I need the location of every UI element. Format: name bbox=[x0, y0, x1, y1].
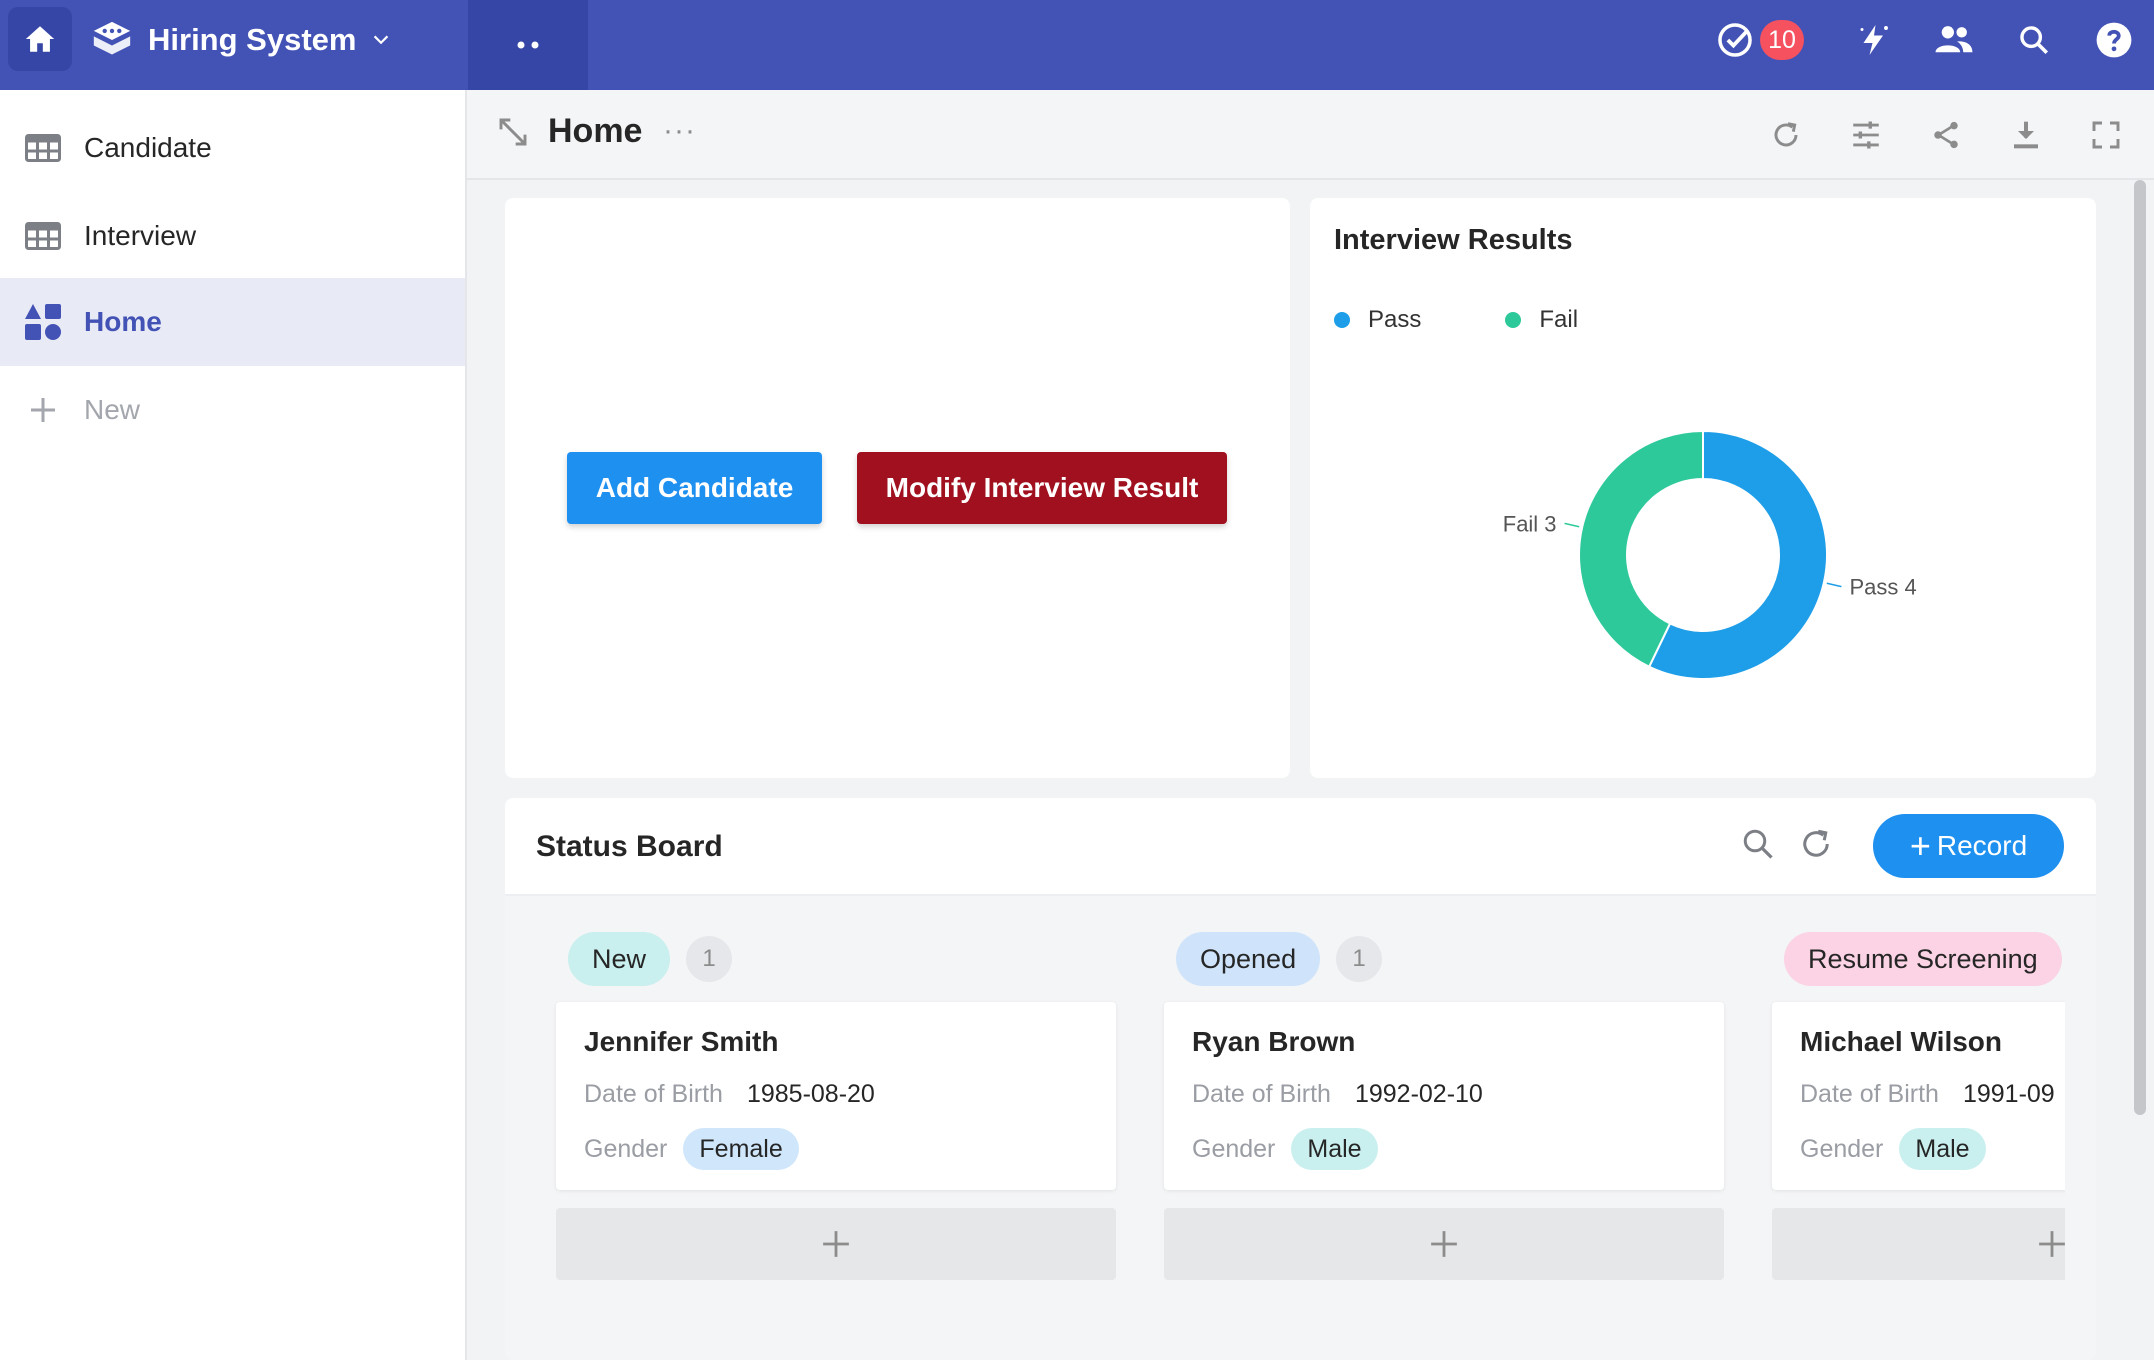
record-card[interactable]: Michael Wilson Date of Birth 1991-09 Gen… bbox=[1772, 1002, 2065, 1190]
sidebar-item-new[interactable]: New bbox=[0, 366, 465, 454]
add-card-button[interactable] bbox=[556, 1208, 1116, 1280]
refresh-icon bbox=[1803, 829, 1829, 857]
chevron-down-icon bbox=[374, 35, 389, 45]
date-of-birth: 1992-02-10 bbox=[1354, 1080, 1483, 1108]
donut-chart: Pass 4 Fail 3 bbox=[1503, 429, 1917, 680]
download-button[interactable] bbox=[2004, 113, 2048, 157]
app-switcher[interactable]: Hiring System bbox=[90, 0, 392, 80]
field-label: Date of Birth bbox=[1800, 1080, 1939, 1108]
record-card[interactable]: Ryan Brown Date of Birth 1992-02-10 Gend… bbox=[1164, 1002, 1724, 1190]
field-label: Date of Birth bbox=[1192, 1080, 1331, 1108]
sidebar-item-home[interactable]: Home bbox=[0, 278, 465, 366]
gender-tag: Male bbox=[1899, 1128, 1986, 1170]
sidebar-item-label: Home bbox=[84, 306, 162, 337]
sidebar-item-candidate[interactable]: Candidate bbox=[0, 104, 465, 192]
filter-settings-icon bbox=[1853, 121, 1879, 149]
label-leader-line bbox=[1564, 522, 1580, 528]
plus-icon bbox=[24, 391, 62, 429]
dashboard-icon bbox=[24, 303, 62, 341]
fullscreen-icon bbox=[2092, 121, 2120, 149]
data-label-pass: Pass 4 bbox=[1849, 575, 1916, 600]
kanban-columns: New 1 Jennifer Smith Date of Birth 1985-… bbox=[505, 896, 2065, 1360]
sidebar: Candidate Interview Home New bbox=[0, 90, 467, 1360]
download-icon bbox=[2014, 121, 2038, 149]
data-label-fail: Fail 3 bbox=[1503, 511, 1557, 536]
gender-tag: Female bbox=[683, 1128, 799, 1170]
share-icon bbox=[1934, 121, 1958, 149]
help-icon bbox=[2096, 22, 2132, 58]
field-label: Gender bbox=[1192, 1134, 1276, 1163]
action-buttons-widget: Add Candidate Modify Interview Result bbox=[505, 198, 1290, 778]
tasks-button[interactable]: 10 bbox=[1716, 20, 1804, 60]
add-candidate-button[interactable]: Add Candidate bbox=[567, 452, 822, 524]
board-refresh-button[interactable] bbox=[1798, 826, 1834, 867]
page-title: Home bbox=[548, 112, 643, 150]
status-count: 1 bbox=[686, 936, 733, 982]
top-bar: Hiring System 10 bbox=[0, 0, 2154, 90]
status-tag: Opened bbox=[1176, 932, 1321, 986]
record-card[interactable]: Jennifer Smith Date of Birth 1985-08-20 … bbox=[556, 1002, 1116, 1190]
date-of-birth: 1991-09 bbox=[1962, 1080, 2055, 1108]
home-icon bbox=[25, 26, 55, 52]
collapse-button[interactable] bbox=[497, 116, 529, 153]
sidebar-item-label: Candidate bbox=[84, 132, 212, 163]
field-label: Gender bbox=[1800, 1134, 1884, 1163]
more-dots-icon bbox=[517, 41, 539, 49]
candidate-name: Michael Wilson bbox=[1800, 1026, 2003, 1057]
search-icon bbox=[1743, 829, 1773, 859]
status-tag: New bbox=[568, 932, 671, 986]
status-tag: Resume Screening bbox=[1784, 932, 2062, 986]
record-button-label: Record bbox=[1936, 830, 2028, 861]
page-header: Home ··· bbox=[467, 90, 2154, 180]
board-title: Status Board bbox=[536, 830, 723, 863]
filter-settings-button[interactable] bbox=[1844, 113, 1888, 157]
add-card-button[interactable] bbox=[1164, 1208, 1724, 1280]
sidebar-item-label: Interview bbox=[84, 220, 197, 251]
date-of-birth: 1985-08-20 bbox=[746, 1080, 875, 1108]
sidebar-item-label: New bbox=[84, 394, 141, 425]
collapse-arrows-icon bbox=[499, 118, 527, 146]
automation-button[interactable] bbox=[1834, 0, 1914, 80]
automation-bolt-icon bbox=[1860, 25, 1888, 55]
field-label: Date of Birth bbox=[584, 1080, 723, 1108]
table-icon bbox=[24, 217, 62, 255]
fullscreen-button[interactable] bbox=[2084, 113, 2128, 157]
plus-icon bbox=[823, 1231, 849, 1257]
add-record-button[interactable]: + Record bbox=[1873, 814, 2064, 878]
board-search-button[interactable] bbox=[1740, 826, 1776, 867]
plus-icon bbox=[1431, 1231, 1457, 1257]
page-options-button[interactable]: ··· bbox=[663, 114, 696, 148]
tasks-check-icon bbox=[1718, 23, 1752, 57]
members-icon bbox=[1935, 26, 1973, 53]
status-board-widget: Status Board + Record New 1 Jennifer Smi… bbox=[505, 798, 2096, 1360]
sidebar-item-interview[interactable]: Interview bbox=[0, 192, 465, 280]
search-icon bbox=[2020, 26, 2049, 55]
plus-icon: + bbox=[1909, 825, 1931, 866]
share-button[interactable] bbox=[1924, 113, 1968, 157]
help-button[interactable] bbox=[2074, 0, 2154, 80]
app-title: Hiring System bbox=[148, 22, 357, 57]
refresh-button[interactable] bbox=[1764, 113, 1808, 157]
status-board-header: Status Board + Record bbox=[505, 798, 2096, 896]
interview-results-widget: Interview Results Pass Fail Pass 4 Fail 3 bbox=[1310, 198, 2096, 778]
refresh-icon bbox=[1774, 122, 1798, 147]
modify-interview-result-button[interactable]: Modify Interview Result bbox=[857, 452, 1227, 524]
table-icon bbox=[24, 129, 62, 167]
plus-icon bbox=[2039, 1231, 2065, 1257]
label-leader-line bbox=[1826, 582, 1842, 588]
candidate-name: Jennifer Smith bbox=[584, 1026, 779, 1057]
field-label: Gender bbox=[584, 1134, 668, 1163]
search-button[interactable] bbox=[1994, 0, 2074, 80]
vertical-scrollbar[interactable] bbox=[2134, 180, 2146, 1115]
members-button[interactable] bbox=[1914, 0, 1994, 80]
status-count: 1 bbox=[1336, 936, 1383, 982]
more-menu-button[interactable] bbox=[468, 0, 588, 90]
tasks-badge: 10 bbox=[1760, 20, 1804, 60]
home-button[interactable] bbox=[8, 7, 72, 71]
app-logo-icon bbox=[93, 21, 131, 55]
gender-tag: Male bbox=[1291, 1128, 1378, 1170]
candidate-name: Ryan Brown bbox=[1192, 1026, 1356, 1057]
add-card-button[interactable] bbox=[1772, 1208, 2065, 1280]
